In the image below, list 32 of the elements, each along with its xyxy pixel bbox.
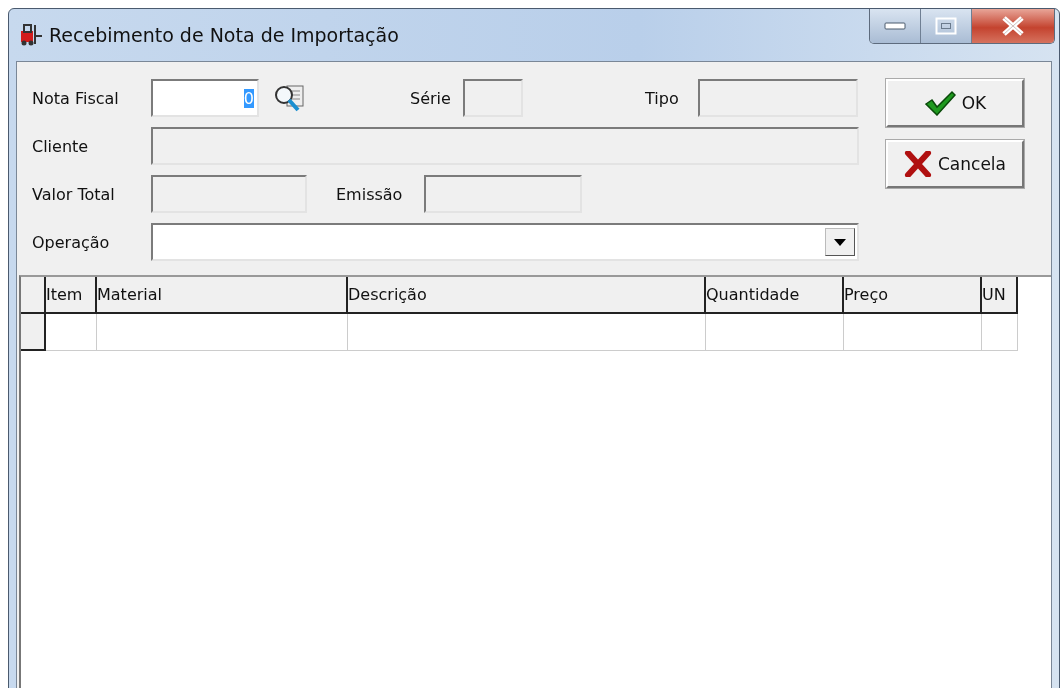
close-button[interactable] xyxy=(972,9,1054,43)
field-label: Série xyxy=(410,88,452,108)
checkmark-icon xyxy=(923,90,956,116)
close-icon xyxy=(1001,16,1025,36)
operation-dropdown[interactable] xyxy=(151,223,859,261)
column-header[interactable]: Item xyxy=(46,277,97,314)
field-label: Emissão xyxy=(336,184,404,204)
cancel-button[interactable]: Cancela xyxy=(886,140,1024,188)
field-label: Tipo xyxy=(645,88,680,108)
minimize-icon xyxy=(884,22,906,30)
column-header[interactable]: UN xyxy=(982,277,1018,314)
column-header[interactable]: Preço xyxy=(844,277,982,314)
search-icon[interactable] xyxy=(273,83,307,113)
column-header[interactable]: Descrição xyxy=(348,277,706,314)
column-header[interactable]: Quantidade xyxy=(706,277,844,314)
field-label: Cliente xyxy=(32,136,90,156)
maximize-button[interactable] xyxy=(921,9,972,43)
field-label: Valor Total xyxy=(32,184,116,204)
minimize-button[interactable] xyxy=(870,9,921,43)
table-cell xyxy=(46,314,97,351)
row-indicator[interactable] xyxy=(21,314,46,351)
caret-icon xyxy=(834,238,846,246)
maximize-icon xyxy=(935,17,957,35)
corner-cell xyxy=(21,277,46,314)
column-header[interactable]: Material xyxy=(97,277,348,314)
field-label: Nota Fiscal xyxy=(32,88,120,108)
cross-icon xyxy=(904,151,932,177)
ok-button[interactable]: OK xyxy=(886,79,1024,127)
window-title: Recebimento de Nota de Importação xyxy=(49,24,399,46)
field-label: Operação xyxy=(32,232,111,252)
table-cell xyxy=(982,314,1018,351)
forklift-icon xyxy=(19,23,43,47)
